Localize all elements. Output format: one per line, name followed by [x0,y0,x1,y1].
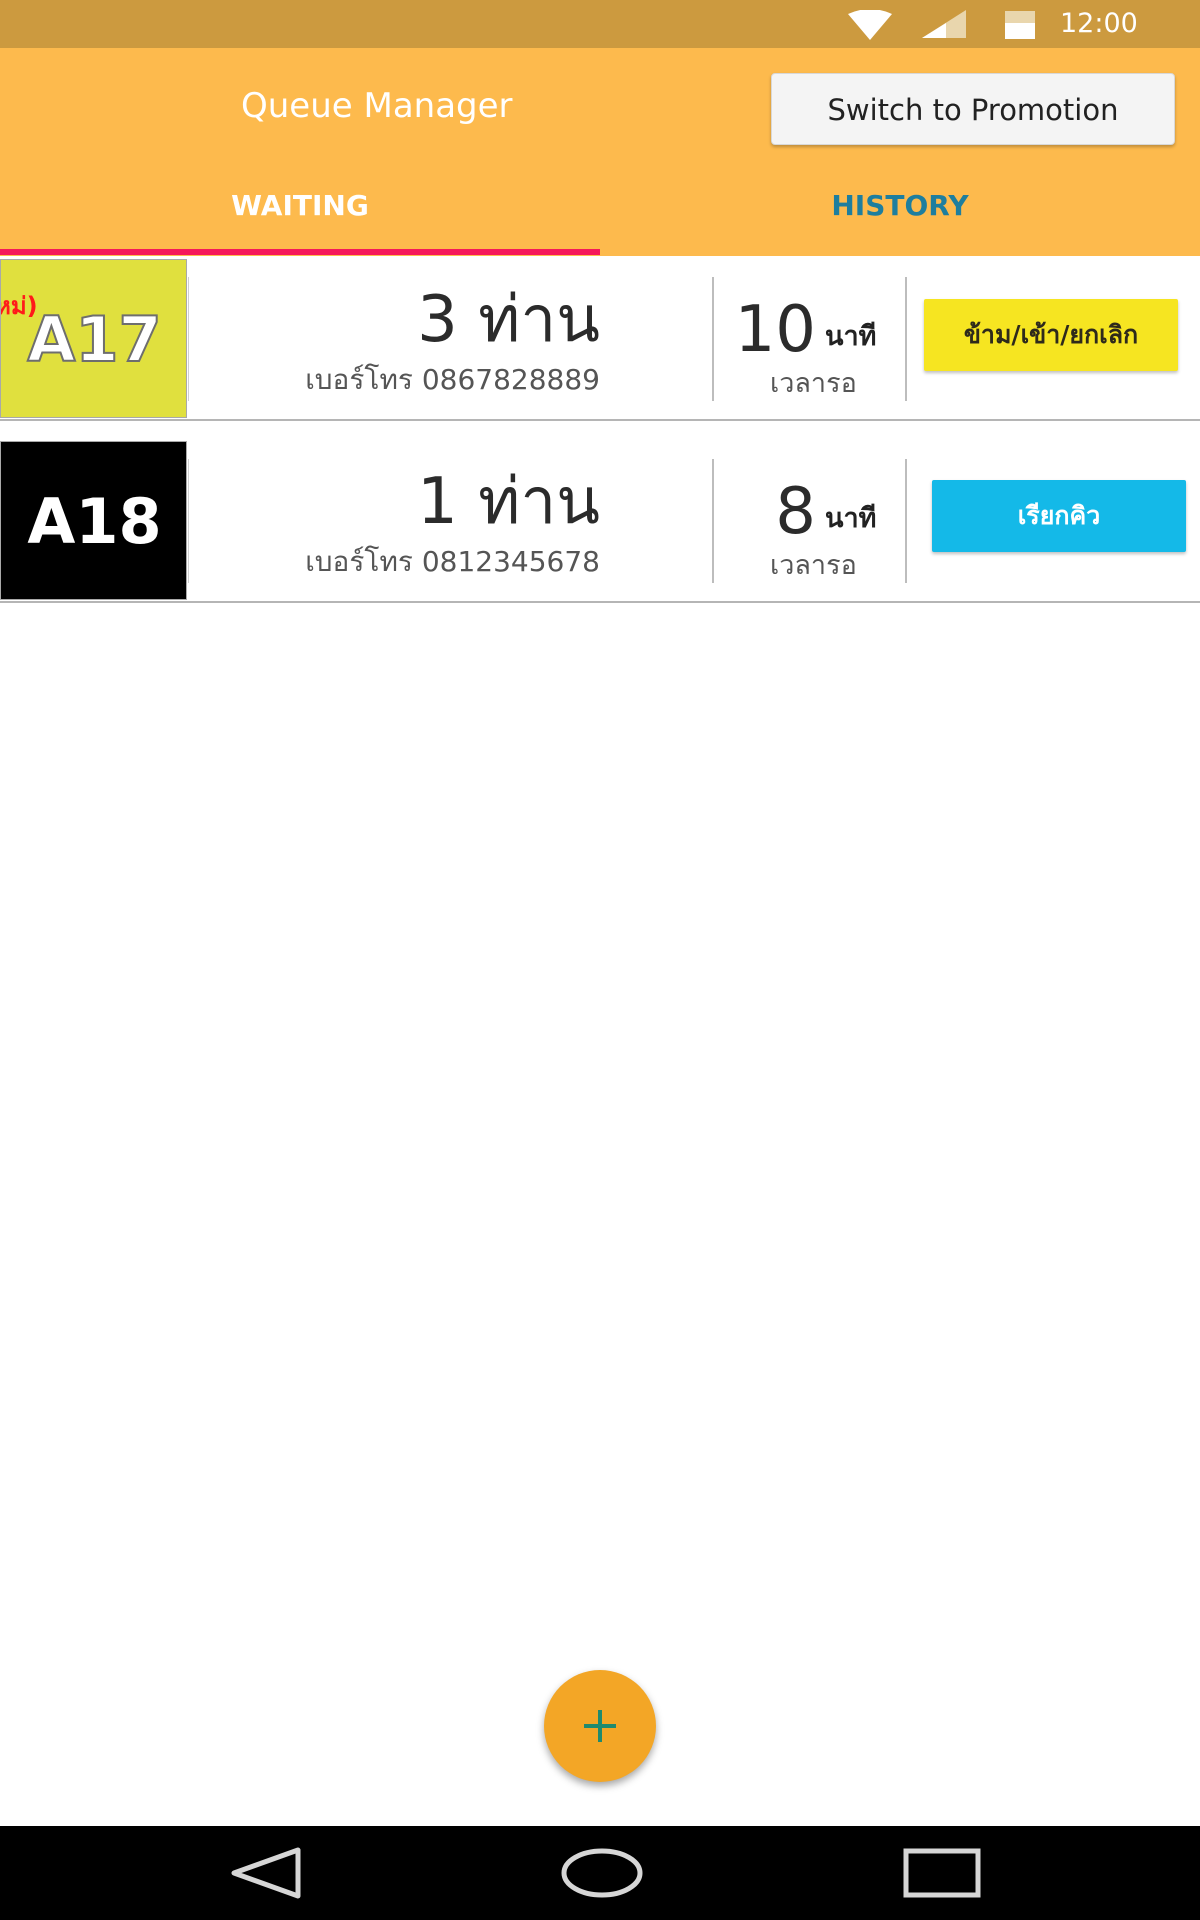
queue-row[interactable]: A18 1 ท่าน เบอร์โทร 0812345678 8 นาที เว… [0,441,1200,603]
status-bar: 12:00 [0,0,1200,48]
queue-number: A18 [27,485,162,558]
app-bar: Queue Manager Switch to Promotion WAITIN… [0,48,1200,256]
wait-time-value: 8 [775,475,816,549]
switch-to-promotion-button[interactable]: Switch to Promotion [771,73,1175,145]
app-title: Queue Manager [241,86,513,126]
tab-history[interactable]: HISTORY [600,178,1200,234]
signal-icon [922,10,966,38]
wait-time-unit: นาที [825,321,877,352]
status-time: 12:00 [1060,8,1138,39]
call-queue-button[interactable]: เรียกคิว [932,480,1186,552]
wait-time-unit: นาที [825,503,877,534]
divider [905,459,907,583]
phone-line: เบอร์โทร 0812345678 [250,545,600,579]
wifi-icon [848,10,892,40]
divider [188,459,189,583]
queue-row[interactable]: A17 หม่) 3 ท่าน เบอร์โทร 0867828889 10 น… [0,259,1200,421]
wait-time-label: เวลารอ [770,368,857,399]
tab-indicator [0,249,600,255]
battery-icon [1005,11,1035,39]
queue-number: A17 [26,302,162,377]
new-tag: หม่) [1,292,38,320]
home-icon[interactable] [560,1846,644,1900]
recents-icon[interactable] [902,1846,982,1900]
divider [188,277,189,401]
divider [905,277,907,401]
guest-count: 3 ท่าน [417,283,600,357]
queue-number-tile: A18 [0,441,187,600]
queue-number-tile: A17 หม่) [0,259,187,418]
back-icon[interactable] [228,1846,304,1900]
wait-time-value: 10 [734,293,816,367]
phone-label: เบอร์โทร [305,545,413,578]
phone-label: เบอร์โทร [305,363,413,396]
phone-line: เบอร์โทร 0867828889 [250,363,600,397]
plus-icon [584,1710,616,1742]
wait-time-label: เวลารอ [770,550,857,581]
navigation-bar [0,1826,1200,1920]
divider [712,277,714,401]
tab-waiting[interactable]: WAITING [0,178,600,234]
skip-enter-cancel-button[interactable]: ข้าม/เข้า/ยกเลิก [924,299,1178,371]
divider [712,459,714,583]
add-queue-button[interactable] [544,1670,656,1782]
phone-number: 0867828889 [421,363,600,396]
guest-count: 1 ท่าน [417,465,600,539]
phone-number: 0812345678 [421,545,600,578]
